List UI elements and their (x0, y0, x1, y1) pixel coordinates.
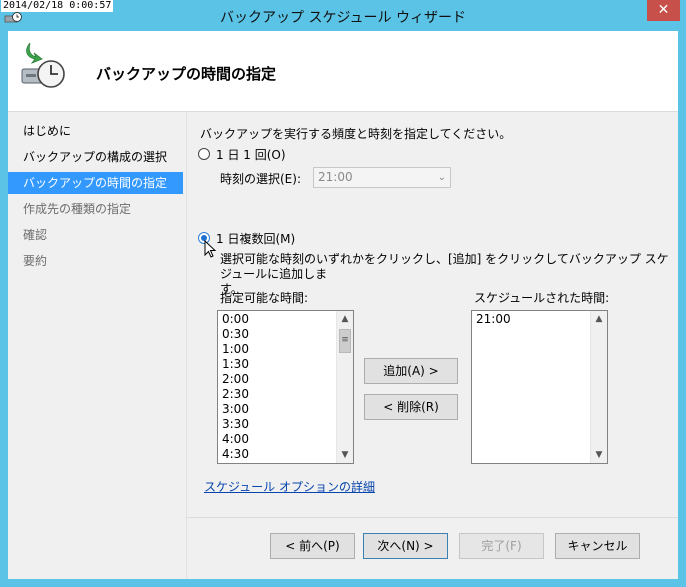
wizard-header: バックアップの時間の指定 (8, 31, 678, 112)
multiple-times-label[interactable]: 1 日複数回(M) (216, 230, 295, 247)
scroll-down-icon[interactable]: ▼ (337, 447, 353, 463)
list-item[interactable]: 4:00 (218, 432, 353, 447)
nav-item-confirmation: 確認 (23, 228, 48, 242)
scroll-up-icon[interactable]: ▲ (591, 311, 607, 327)
chevron-down-icon: ⌄ (437, 172, 446, 183)
list-item[interactable]: 3:00 (218, 402, 353, 417)
wizard-steps-nav: はじめに バックアップの構成の選択 バックアップの時間の指定 作成先の種類の指定… (8, 112, 187, 579)
list-item[interactable]: 21:00 (472, 312, 607, 327)
list-item[interactable]: 2:00 (218, 372, 353, 387)
scheduled-times-label: スケジュールされた時間: (474, 291, 610, 305)
list-item[interactable]: 1:00 (218, 342, 353, 357)
scroll-thumb[interactable]: ≡ (339, 329, 351, 353)
available-times-list[interactable]: 0:00 0:30 1:00 1:30 2:00 2:30 3:00 3:30 … (217, 310, 354, 464)
available-times-label: 指定可能な時間: (220, 291, 309, 305)
timestamp-overlay: 2014/02/18 0:00:57 (1, 0, 114, 12)
available-times-scrollbar[interactable]: ▲ ≡ ▼ (336, 311, 353, 463)
scheduled-times-scrollbar[interactable]: ▲ ▼ (590, 311, 607, 463)
next-button[interactable]: 次へ(N) > (363, 533, 448, 559)
mouse-cursor-icon (204, 240, 217, 258)
nav-item-summary: 要約 (23, 254, 48, 268)
backup-schedule-icon (21, 42, 65, 88)
wizard-window: バックアップ スケジュール ウィザード 2014/02/18 0:00:57 ✕… (0, 0, 686, 587)
close-button[interactable]: ✕ (647, 0, 680, 21)
once-a-day-radio[interactable] (198, 148, 210, 160)
list-item[interactable]: 4:30 (218, 447, 353, 462)
scheduled-times-list[interactable]: 21:00 ▲ ▼ (471, 310, 608, 464)
schedule-options-link[interactable]: スケジュール オプションの詳細 (204, 478, 375, 495)
time-select-dropdown[interactable]: 21:00 ⌄ (313, 167, 451, 188)
list-item[interactable]: 1:30 (218, 357, 353, 372)
time-select-value: 21:00 (318, 170, 353, 184)
instruction-text: バックアップを実行する頻度と時刻を指定してください。 (200, 127, 512, 141)
list-item[interactable]: 0:00 (218, 312, 353, 327)
finish-button: 完了(F) (459, 533, 544, 559)
cancel-button[interactable]: キャンセル (555, 533, 640, 559)
scroll-up-icon[interactable]: ▲ (337, 311, 353, 327)
nav-item-destination-type: 作成先の種類の指定 (23, 202, 132, 216)
wizard-client-area: バックアップの時間の指定 はじめに バックアップの構成の選択 バックアップの時間… (8, 31, 678, 579)
list-item[interactable]: 3:30 (218, 417, 353, 432)
time-select-label: 時刻の選択(E): (220, 172, 301, 186)
list-item[interactable]: 2:30 (218, 387, 353, 402)
list-item[interactable]: 0:30 (218, 327, 353, 342)
nav-item-backup-configuration[interactable]: バックアップの構成の選択 (8, 146, 183, 168)
remove-button[interactable]: < 削除(R) (364, 394, 458, 420)
prev-button[interactable]: < 前へ(P) (270, 533, 355, 559)
nav-item-backup-time[interactable]: バックアップの時間の指定 (8, 172, 183, 194)
once-a-day-label[interactable]: 1 日 1 回(O) (216, 146, 286, 163)
main-panel: バックアップを実行する頻度と時刻を指定してください。 1 日 1 回(O) 時刻… (187, 112, 678, 579)
title-bar: バックアップ スケジュール ウィザード 2014/02/18 0:00:57 ✕ (0, 0, 686, 30)
add-button[interactable]: 追加(A) > (364, 358, 458, 384)
description-line-1: 選択可能な時刻のいずれかをクリックし、[追加] をクリックしてバックアップ スケ… (220, 252, 669, 281)
footer-divider (187, 517, 678, 518)
scroll-down-icon[interactable]: ▼ (591, 447, 607, 463)
nav-item-getting-started[interactable]: はじめに (8, 120, 183, 142)
page-title: バックアップの時間の指定 (96, 65, 277, 83)
